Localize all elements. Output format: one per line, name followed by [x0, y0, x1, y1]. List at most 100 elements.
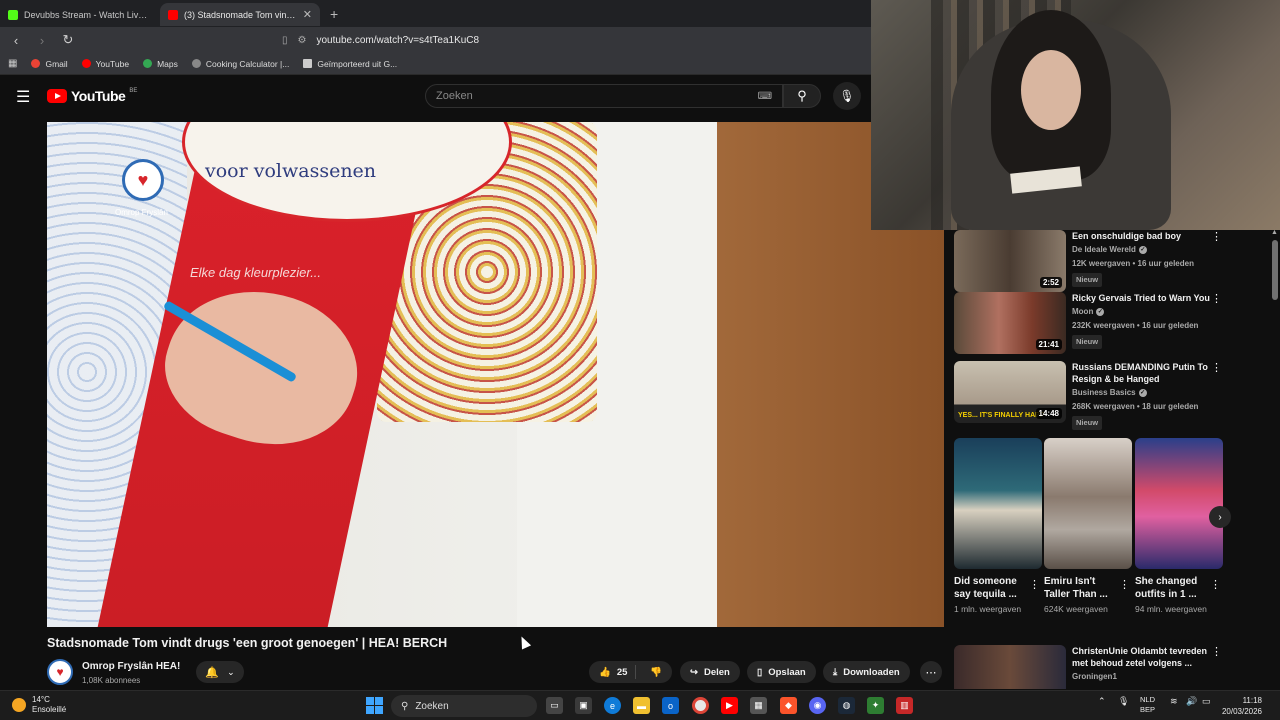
tab-youtube-video[interactable]: (3) Stadsnomade Tom vindt d ✕	[160, 3, 320, 26]
close-tab-icon[interactable]: ✕	[303, 8, 312, 21]
kebab-menu-icon[interactable]: ⋮	[1029, 578, 1040, 591]
clock[interactable]: 11:18 20/03/2026	[1218, 695, 1262, 717]
scrollbar-thumb[interactable]	[1272, 240, 1278, 300]
language-indicator[interactable]: NLD BEP	[1140, 695, 1155, 715]
edge-icon[interactable]: e	[604, 697, 621, 714]
chevron-down-icon: ⌄	[227, 666, 235, 677]
kebab-menu-icon[interactable]: ⋮	[1119, 578, 1130, 591]
short-thumbnail[interactable]	[1135, 438, 1223, 569]
back-icon[interactable]: ‹	[8, 33, 24, 48]
shorts-next-button[interactable]: ›	[1209, 506, 1231, 528]
new-tab-button[interactable]: +	[320, 6, 348, 22]
bookmark-label: YouTube	[95, 58, 130, 69]
wifi-icon[interactable]: ≋	[1170, 696, 1178, 707]
recommended-video[interactable]: 2:52 Een onschuldige bad boy De Ideale W…	[954, 230, 1222, 296]
short-item[interactable]: Did someone say tequila ... 1 mln. weerg…	[954, 438, 1042, 615]
site-info-icon[interactable]: ⚙	[298, 35, 307, 46]
chevron-right-icon: ›	[1218, 511, 1222, 523]
notification-button[interactable]: 🔔 ⌄	[196, 661, 244, 683]
task-view-icon[interactable]: ▭	[546, 697, 563, 714]
share-button[interactable]: ↪ Delen	[680, 661, 740, 683]
kebab-menu-icon[interactable]: ⋮	[1211, 292, 1222, 305]
battery-icon[interactable]: ▭	[1202, 696, 1211, 707]
weather-desc: Ensoleillé	[32, 705, 67, 714]
short-thumbnail[interactable]	[954, 438, 1042, 569]
person-face	[1021, 50, 1081, 130]
calculator-icon[interactable]: ▦	[750, 697, 767, 714]
store-icon[interactable]: ▣	[575, 697, 592, 714]
outlook-icon[interactable]: o	[662, 697, 679, 714]
video-thumbnail[interactable]: 2:52	[954, 230, 1066, 292]
bookmark-youtube[interactable]: YouTube	[81, 58, 130, 69]
apps-grid-icon[interactable]: ▦	[8, 58, 17, 69]
chrome-icon[interactable]	[692, 697, 709, 714]
youtube-app-icon[interactable]: ▶	[721, 697, 738, 714]
keyboard-icon[interactable]: ⌨	[758, 91, 772, 102]
short-item[interactable]: She changed outfits in 1 ... 94 mln. wee…	[1135, 438, 1223, 615]
like-button[interactable]: 👍 25	[589, 665, 637, 679]
bookmark-imported-folder[interactable]: Geïmporteerd uit G...	[303, 59, 397, 69]
weather-widget[interactable]: 14°C Ensoleillé	[12, 695, 66, 715]
subscriber-count: 1,08K abonnees	[82, 676, 141, 685]
kebab-menu-icon[interactable]: ⋮	[1211, 230, 1222, 243]
recommended-video[interactable]: YES... IT'S FINALLY HAPP 14:48 Russians …	[954, 361, 1222, 430]
scrollbar[interactable]: ▲ ▼	[1270, 229, 1280, 696]
tab-kick-stream[interactable]: Devubbs Stream - Watch Live on	[0, 3, 160, 26]
more-icon: ⋯	[925, 666, 937, 679]
taskbar-search[interactable]: ⚲ Zoeken	[391, 695, 537, 717]
windows-start-icon[interactable]	[366, 697, 383, 714]
microphone-tray-icon[interactable]: 🎙	[1118, 696, 1129, 707]
logo-text: YouTube	[71, 88, 126, 104]
forward-icon[interactable]: ›	[34, 33, 50, 48]
download-button[interactable]: ⤓ Downloaden	[823, 661, 910, 683]
file-explorer-icon[interactable]: ▬	[633, 697, 650, 714]
discord-icon[interactable]: ◉	[809, 697, 826, 714]
video-thumbnail[interactable]: 21:41	[954, 292, 1066, 354]
kebab-menu-icon[interactable]: ⋮	[1210, 578, 1221, 591]
kebab-menu-icon[interactable]: ⋮	[1211, 361, 1222, 374]
search-icon: ⚲	[797, 88, 807, 103]
reload-icon[interactable]: ↻	[60, 32, 76, 48]
save-button[interactable]: ▯ Opslaan	[747, 661, 816, 683]
channel-name[interactable]: Omrop Fryslân HEA!	[82, 661, 180, 672]
youtube-logo[interactable]: YouTube BE	[47, 88, 137, 104]
voice-search-button[interactable]: 🎙	[833, 82, 861, 110]
steam-icon[interactable]: ◍	[838, 697, 855, 714]
short-views: 94 mln. weergaven	[1135, 604, 1207, 614]
mic-icon: 🎙	[839, 89, 855, 103]
recommended-video[interactable]: ChristenUnie Oldambt tevreden met behoud…	[954, 645, 1222, 689]
video-player[interactable]: voor volwassenen Elke dag kleurplezier..…	[47, 122, 944, 627]
channel-avatar[interactable]: ♥	[47, 659, 73, 685]
bookmark-cooking-calculator[interactable]: Cooking Calculator |...	[191, 59, 289, 69]
kebab-menu-icon[interactable]: ⋮	[1211, 645, 1222, 658]
video-duration: 2:52	[1039, 277, 1062, 288]
video-info: Russians DEMANDING Putin To Resign & be …	[1072, 361, 1210, 430]
dislike-button[interactable]: 👎	[642, 667, 670, 678]
search-button[interactable]: ⚲	[783, 84, 821, 108]
more-actions-button[interactable]: ⋯	[920, 661, 942, 683]
brave-icon[interactable]: ◆	[780, 697, 797, 714]
scroll-up-icon[interactable]: ▲	[1271, 229, 1278, 236]
thumbs-down-icon: 👎	[650, 666, 663, 678]
recommended-video[interactable]: 21:41 Ricky Gervais Tried to Warn You Mo…	[954, 292, 1222, 358]
video-thumbnail[interactable]: YES... IT'S FINALLY HAPP 14:48	[954, 361, 1066, 423]
short-item[interactable]: Emiru Isn't Taller Than ... 624K weergav…	[1044, 438, 1132, 615]
youtube-favicon-icon	[168, 9, 178, 20]
channel-line: De Ideale Wereld ✓	[1072, 244, 1210, 256]
volume-icon[interactable]: 🔊	[1186, 696, 1197, 707]
weather-temp: 14°C	[32, 695, 50, 704]
taskbar-search-label: Zoeken	[415, 700, 449, 712]
popcorn-icon[interactable]: ▥	[896, 697, 913, 714]
heart-icon: ♥	[137, 169, 149, 190]
tray-chevron-icon[interactable]: ⌃	[1098, 696, 1106, 707]
url-field[interactable]: ▯ ⚙ youtube.com/watch?v=s4tTea1KuC8	[282, 35, 479, 46]
tab-title: (3) Stadsnomade Tom vindt d	[184, 9, 297, 20]
video-thumbnail[interactable]	[954, 645, 1066, 689]
search-input[interactable]: Zoeken ⌨	[425, 84, 783, 108]
app-icon[interactable]: ✦	[867, 697, 884, 714]
bookmark-icon[interactable]: ▯	[282, 35, 288, 46]
bookmark-maps[interactable]: Maps	[143, 59, 178, 69]
menu-icon[interactable]: ☰	[16, 87, 30, 107]
bookmark-gmail[interactable]: Gmail	[31, 59, 68, 69]
short-thumbnail[interactable]	[1044, 438, 1132, 569]
